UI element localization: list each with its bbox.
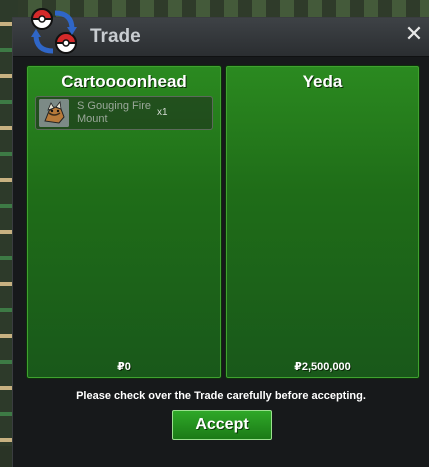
close-icon[interactable]: ✕ [403,24,425,46]
right-money-offer: ₽2,500,000 [294,361,351,373]
trade-window: Trade ✕ Cartoooonhead S Gouging Fire Mou [12,8,429,467]
left-money-offer: ₽0 [117,361,131,373]
accept-button[interactable]: Accept [172,410,272,440]
item-name: S Gouging Fire Mount [77,100,151,125]
window-title: Trade [90,26,141,47]
trade-item-row[interactable]: S Gouging Fire Mount x1 [35,96,213,130]
trade-panel-right: Yeda ₽2,500,000 [225,65,420,379]
left-trader-name: Cartoooonhead [61,72,187,91]
right-trader-name: Yeda [302,72,343,91]
item-quantity: x1 [157,107,168,118]
gouging-fire-mount-icon [39,99,69,127]
trade-swap-icon [30,8,78,54]
trade-panel-left: Cartoooonhead S Gouging Fire Mount x1 ₽0 [26,65,222,379]
trade-warning-text: Please check over the Trade carefully be… [76,390,366,402]
